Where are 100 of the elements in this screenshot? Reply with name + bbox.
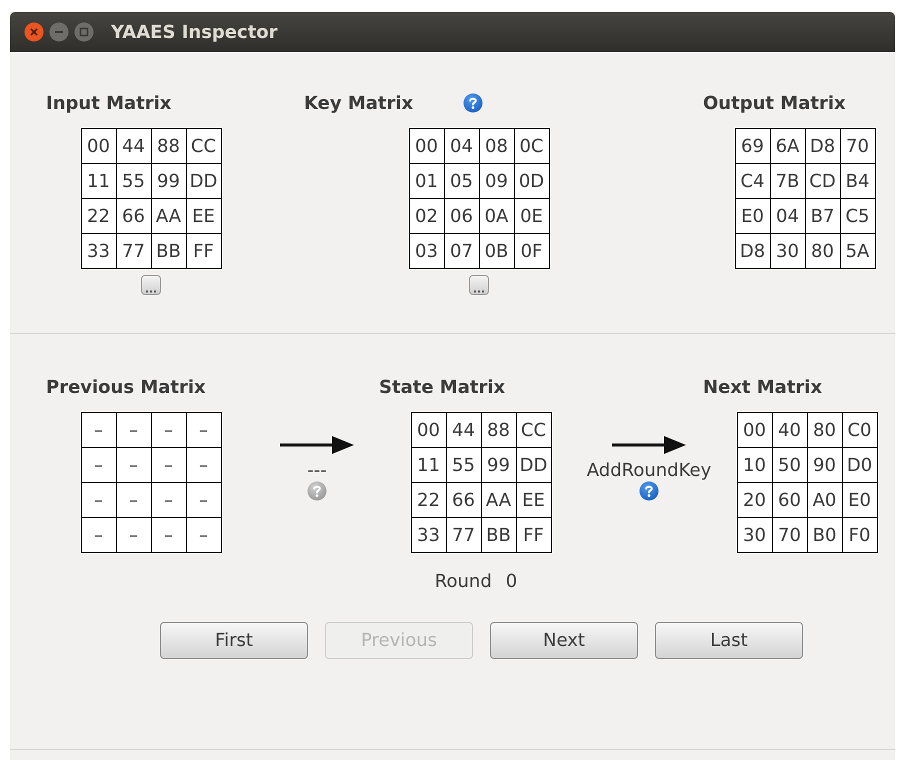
matrix-cell: BB [481,518,516,552]
nav-button[interactable]: Next [490,622,638,659]
matrix-cell: 0E [514,198,549,234]
help-icon[interactable] [639,481,659,501]
matrix-cell: FF [516,518,551,552]
matrix-cell: – [186,412,221,448]
matrix-cell: EE [516,482,551,518]
matrix-cell: 99 [151,164,186,198]
matrix-cell: DD [516,448,551,482]
matrix-cell: 0C [514,128,549,164]
matrix-cell: 77 [446,518,481,552]
browse-button[interactable] [141,275,161,295]
matrix-cell: 80 [805,234,840,268]
matrix-cell: C4 [735,164,770,198]
matrix-cell: 04 [770,198,805,234]
matrix-cell: 5A [840,234,875,268]
matrix-cell: – [151,518,186,552]
matrix-cell: BB [151,234,186,268]
matrix-cell: 07 [444,234,479,268]
matrix-cell: 11 [81,164,116,198]
matrix-cell: 06 [444,198,479,234]
matrix-cell: – [186,448,221,482]
matrix-cell: 70 [840,128,875,164]
matrix-cell: D8 [735,234,770,268]
matrix-cell: A0 [807,482,842,518]
matrix-title: Output Matrix [703,92,846,114]
matrix-cell: B0 [807,518,842,552]
matrix-cell: 00 [409,128,444,164]
arrow-icon [612,434,686,456]
matrix-cell: 11 [411,448,446,482]
matrix-cell: FF [186,234,221,268]
matrix-title: Next Matrix [703,376,822,398]
matrix-cell: 00 [411,412,446,448]
step-label: AddRoundKey [586,460,712,481]
matrix-cell: 40 [772,412,807,448]
matrix-cell: 09 [479,164,514,198]
matrix-cell: 90 [807,448,842,482]
matrix-cell: – [81,482,116,518]
matrix-cell: B7 [805,198,840,234]
matrix-cell: 33 [411,518,446,552]
matrix-cell: – [186,518,221,552]
matrix-cell: 88 [481,412,516,448]
matrix-cell: 55 [116,164,151,198]
matrix-cell: 00 [737,412,772,448]
matrix-cell: 02 [409,198,444,234]
matrix-cell: – [151,448,186,482]
matrix-cell: 50 [772,448,807,482]
round-label: Round [434,571,492,592]
matrix-cell: AA [151,198,186,234]
matrix-title: Previous Matrix [46,376,206,398]
matrix-cell: 01 [409,164,444,198]
matrix-cell: – [81,448,116,482]
matrix-cell: 60 [772,482,807,518]
minimize-icon[interactable] [49,22,69,42]
matrix-cell: 66 [446,482,481,518]
matrix-cell: B4 [840,164,875,198]
matrix-cell: C0 [842,412,877,448]
matrix-title: State Matrix [379,376,506,398]
close-icon[interactable] [24,22,44,42]
matrix-cell: 6A [770,128,805,164]
matrix-cell: 22 [81,198,116,234]
matrix-cell: 03 [409,234,444,268]
round-value: 0 [506,571,518,592]
nav-button[interactable]: First [160,622,308,659]
matrix-cell: 77 [116,234,151,268]
matrix-cell: D8 [805,128,840,164]
step-label: --- [307,460,327,481]
matrix-cell: 22 [411,482,446,518]
matrix-cell: 80 [807,412,842,448]
matrix-cell: 30 [770,234,805,268]
matrix-cell: 88 [151,128,186,164]
matrix-cell: 20 [737,482,772,518]
matrix-cell: 33 [81,234,116,268]
matrix-cell: – [151,412,186,448]
matrix-cell: – [81,412,116,448]
nav-button[interactable]: Last [655,622,803,659]
matrix-cell: – [116,412,151,448]
matrix-cell: 05 [444,164,479,198]
matrix-cell: 66 [116,198,151,234]
matrix-title: Input Matrix [46,92,172,114]
matrix-cell: D0 [842,448,877,482]
maximize-icon[interactable] [74,22,94,42]
matrix-cell: – [81,518,116,552]
matrix-cell: 44 [116,128,151,164]
ellipsis-icon [473,289,485,294]
matrix-cell: – [151,482,186,518]
window-title: YAAES Inspector [111,22,278,42]
matrix-cell: 10 [737,448,772,482]
matrix-cell: 08 [479,128,514,164]
browse-button[interactable] [469,275,489,295]
matrix-cell: 04 [444,128,479,164]
matrix-cell: – [116,518,151,552]
matrix-cell: – [116,448,151,482]
ellipsis-icon [145,289,157,294]
matrix-cell: 99 [481,448,516,482]
matrix-cell: 69 [735,128,770,164]
help-icon[interactable] [463,93,484,113]
matrix-cell: 0A [479,198,514,234]
matrix-cell: CD [805,164,840,198]
matrix-cell: 0D [514,164,549,198]
